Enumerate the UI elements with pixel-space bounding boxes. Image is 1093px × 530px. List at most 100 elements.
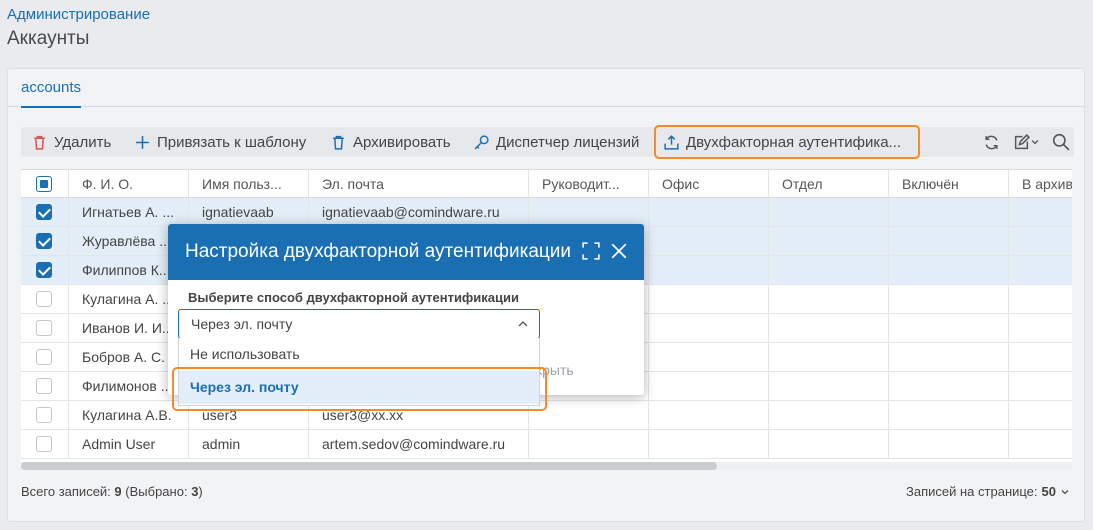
row-checkbox[interactable] [36, 378, 52, 394]
row-select-cell [21, 430, 69, 459]
option-none[interactable]: Не использовать [190, 346, 300, 362]
trash-icon [34, 135, 45, 150]
row-select-cell [21, 372, 69, 401]
dialog-title: Настройка двухфакторной аутентификации [185, 241, 572, 262]
cell-empty [649, 401, 769, 430]
breadcrumb[interactable]: Администрирование [7, 6, 150, 23]
bind-template-button[interactable]: Привязать к шаблону [134, 127, 306, 157]
option-highlight [172, 367, 547, 411]
table-header: Ф. И. О. Имя польз... Эл. почта Руководи… [21, 169, 1072, 199]
selected-close: ) [198, 484, 203, 499]
cell-empty [889, 256, 1009, 285]
row-checkbox[interactable] [36, 291, 52, 307]
search-button[interactable] [1052, 127, 1070, 157]
per-page-value: 50 [1041, 484, 1056, 499]
chevron-down-icon [1061, 489, 1069, 494]
cell-empty [649, 372, 769, 401]
row-select-cell [21, 256, 69, 285]
edit-icon [1014, 133, 1030, 149]
cell-empty [649, 285, 769, 314]
cell-empty [889, 372, 1009, 401]
cell-empty [769, 401, 889, 430]
tab-accounts[interactable]: accounts [21, 79, 82, 108]
cell-empty [529, 430, 649, 459]
col-header[interactable]: Руководит... [529, 170, 649, 199]
cell-empty [649, 227, 769, 256]
col-header[interactable]: Отдел [769, 170, 889, 199]
col-header[interactable]: Ф. И. О. [69, 170, 189, 199]
table-row[interactable]: Admin User admin artem.sedov@comindware.ru [21, 430, 1072, 459]
row-select-cell [21, 227, 69, 256]
license-manager-button[interactable]: Диспетчер лицензий [473, 127, 639, 157]
cell-name: Admin User [69, 430, 189, 459]
cell-empty [889, 430, 1009, 459]
row-checkbox[interactable] [36, 436, 52, 452]
bind-template-label: Привязать к шаблону [157, 133, 307, 151]
row-checkbox[interactable] [36, 320, 52, 336]
cell-empty [1009, 401, 1072, 430]
close-icon[interactable] [610, 242, 628, 260]
row-select-cell [21, 198, 69, 227]
row-select-cell [21, 314, 69, 343]
horizontal-scrollbar[interactable] [21, 462, 1072, 470]
cell-empty [1009, 198, 1072, 227]
cell-empty [649, 343, 769, 372]
table-row[interactable]: Игнатьев А. ... ignatievaab ignatievaab@co… [21, 198, 1072, 227]
refresh-button[interactable] [983, 127, 1000, 157]
cell-empty [529, 198, 649, 227]
tab-bar: accounts [8, 69, 1084, 108]
cell-email: ignatievaab@comindware.ru [309, 198, 529, 227]
cell-empty [529, 401, 649, 430]
row-select-cell [21, 401, 69, 430]
selected-label: (Выбрано: [125, 484, 188, 499]
edit-columns-button[interactable] [1013, 127, 1040, 157]
archive-label: Архивировать [353, 133, 451, 151]
expand-icon[interactable] [582, 242, 600, 260]
key-icon [474, 134, 489, 149]
col-header[interactable]: Имя польз... [189, 170, 309, 199]
cell-empty [769, 343, 889, 372]
row-checkbox[interactable] [36, 349, 52, 365]
method-select[interactable]: Через эл. почту [178, 309, 540, 339]
per-page-label: Записей на странице: [906, 484, 1038, 499]
total-count: 9 [114, 484, 122, 499]
select-all-checkbox[interactable] [36, 176, 52, 192]
chevron-down-icon [1031, 140, 1039, 145]
cell-empty [649, 198, 769, 227]
two-factor-highlight [654, 125, 920, 159]
col-header[interactable]: Эл. почта [309, 170, 529, 199]
cell-empty [649, 430, 769, 459]
method-select-value: Через эл. почту [191, 316, 293, 332]
search-icon [1052, 133, 1070, 151]
cell-name: Кулагина А.В. [69, 401, 189, 430]
cell-empty [769, 285, 889, 314]
cell-empty [1009, 430, 1072, 459]
archive-button[interactable]: Архивировать [330, 127, 451, 157]
cell-empty [769, 430, 889, 459]
cell-empty [889, 198, 1009, 227]
col-header[interactable]: Офис [649, 170, 769, 199]
cell-empty [1009, 285, 1072, 314]
cell-empty [649, 314, 769, 343]
cell-login: admin [189, 430, 309, 459]
delete-button[interactable]: Удалить [31, 127, 111, 157]
col-header[interactable]: Включён [889, 170, 1009, 199]
page-title: Аккаунты [7, 28, 90, 49]
dialog-header: Настройка двухфакторной аутентификации [168, 224, 644, 280]
select-all-cell [21, 170, 69, 199]
page-size-control[interactable]: Записей на странице: 50 [906, 484, 1070, 499]
row-checkbox[interactable] [36, 262, 52, 278]
row-checkbox[interactable] [36, 204, 52, 220]
row-checkbox[interactable] [36, 407, 52, 423]
cell-empty [1009, 314, 1072, 343]
cell-empty [889, 314, 1009, 343]
cell-empty [1009, 256, 1072, 285]
cell-empty [889, 401, 1009, 430]
cell-empty [769, 314, 889, 343]
cell-empty [769, 372, 889, 401]
col-header[interactable]: В архив [1009, 170, 1072, 199]
row-checkbox[interactable] [36, 233, 52, 249]
scrollbar-thumb[interactable] [21, 462, 717, 470]
cell-empty [889, 227, 1009, 256]
cell-login: ignatievaab [189, 198, 309, 227]
